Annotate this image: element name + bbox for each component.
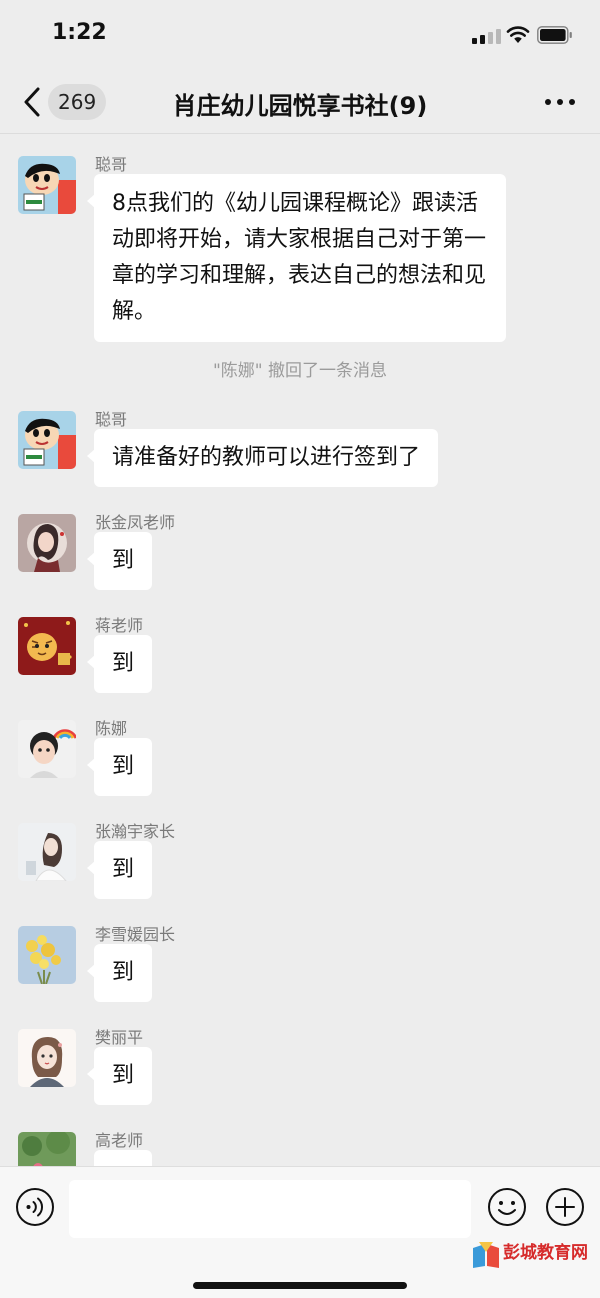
home-indicator[interactable] bbox=[193, 1282, 407, 1289]
book-logo-icon bbox=[473, 1242, 499, 1268]
unread-count-badge[interactable]: 269 bbox=[48, 84, 107, 120]
emoji-icon[interactable] bbox=[487, 1187, 527, 1227]
sender-name: 高老师 bbox=[95, 1131, 144, 1150]
message-bubble[interactable]: 到 bbox=[86, 635, 153, 693]
cartoon-boy-avatar[interactable] bbox=[18, 411, 76, 469]
cellular-signal-icon bbox=[472, 28, 502, 44]
message-bubble[interactable]: 请准备好的教师可以进行签到了 bbox=[86, 429, 439, 487]
sender-name: 蒋老师 bbox=[95, 616, 144, 635]
garden-photo-avatar[interactable] bbox=[18, 1132, 76, 1166]
message-input[interactable] bbox=[69, 1180, 471, 1238]
tiger-red-avatar[interactable] bbox=[18, 617, 76, 675]
illustrated-girl-avatar[interactable] bbox=[18, 1029, 76, 1087]
input-bar: 彭城教育网 bbox=[0, 1166, 600, 1298]
status-bar: 1:22 bbox=[0, 0, 600, 70]
message-bubble[interactable]: 到 bbox=[86, 944, 153, 1002]
back-arrow-icon[interactable] bbox=[18, 84, 46, 120]
sender-name: 李雪媛园长 bbox=[95, 925, 176, 944]
lady-portrait-avatar[interactable] bbox=[18, 514, 76, 572]
message-list[interactable]: 聪哥 8点我们的《幼儿园课程概论》跟读活动即将开始，请大家根据自己对于第一章的学… bbox=[0, 134, 600, 1166]
watermark-text: 彭城教育网 bbox=[503, 1243, 588, 1263]
sender-name: 樊丽平 bbox=[95, 1028, 144, 1047]
message-bubble[interactable]: 到 bbox=[86, 1047, 153, 1105]
child-rainbow-avatar[interactable] bbox=[18, 720, 76, 778]
message-bubble[interactable]: 到 bbox=[86, 532, 153, 590]
message-bubble[interactable]: 到 bbox=[86, 738, 153, 796]
sender-name: 张金凤老师 bbox=[95, 513, 176, 532]
battery-icon bbox=[537, 26, 572, 44]
plus-icon[interactable] bbox=[545, 1187, 585, 1227]
sender-name: 聪哥 bbox=[95, 155, 128, 174]
message-bubble[interactable]: 到 bbox=[86, 841, 153, 899]
voice-input-icon[interactable] bbox=[15, 1187, 55, 1227]
more-options-icon[interactable] bbox=[540, 90, 580, 114]
message-bubble[interactable]: 到 bbox=[94, 1150, 153, 1166]
sender-name: 张瀚宇家长 bbox=[95, 822, 176, 841]
watermark-logo: 彭城教育网 bbox=[471, 1240, 596, 1270]
chat-title: 肖庄幼儿园悦享书社(9) bbox=[172, 92, 428, 120]
sender-name: 聪哥 bbox=[95, 410, 128, 429]
sender-name: 陈娜 bbox=[95, 719, 128, 738]
cartoon-boy-avatar[interactable] bbox=[18, 156, 76, 214]
message-bubble[interactable]: 8点我们的《幼儿园课程概论》跟读活动即将开始，请大家根据自己对于第一章的学习和理… bbox=[87, 174, 506, 342]
chat-header: 269 肖庄幼儿园悦享书社(9) bbox=[0, 70, 600, 134]
recall-notice: "陈娜" 撤回了一条消息 bbox=[212, 361, 388, 381]
wifi-icon bbox=[506, 26, 530, 43]
status-time: 1:22 bbox=[52, 20, 107, 45]
yellow-flowers-avatar[interactable] bbox=[18, 926, 76, 984]
girl-photo-avatar[interactable] bbox=[18, 823, 76, 881]
